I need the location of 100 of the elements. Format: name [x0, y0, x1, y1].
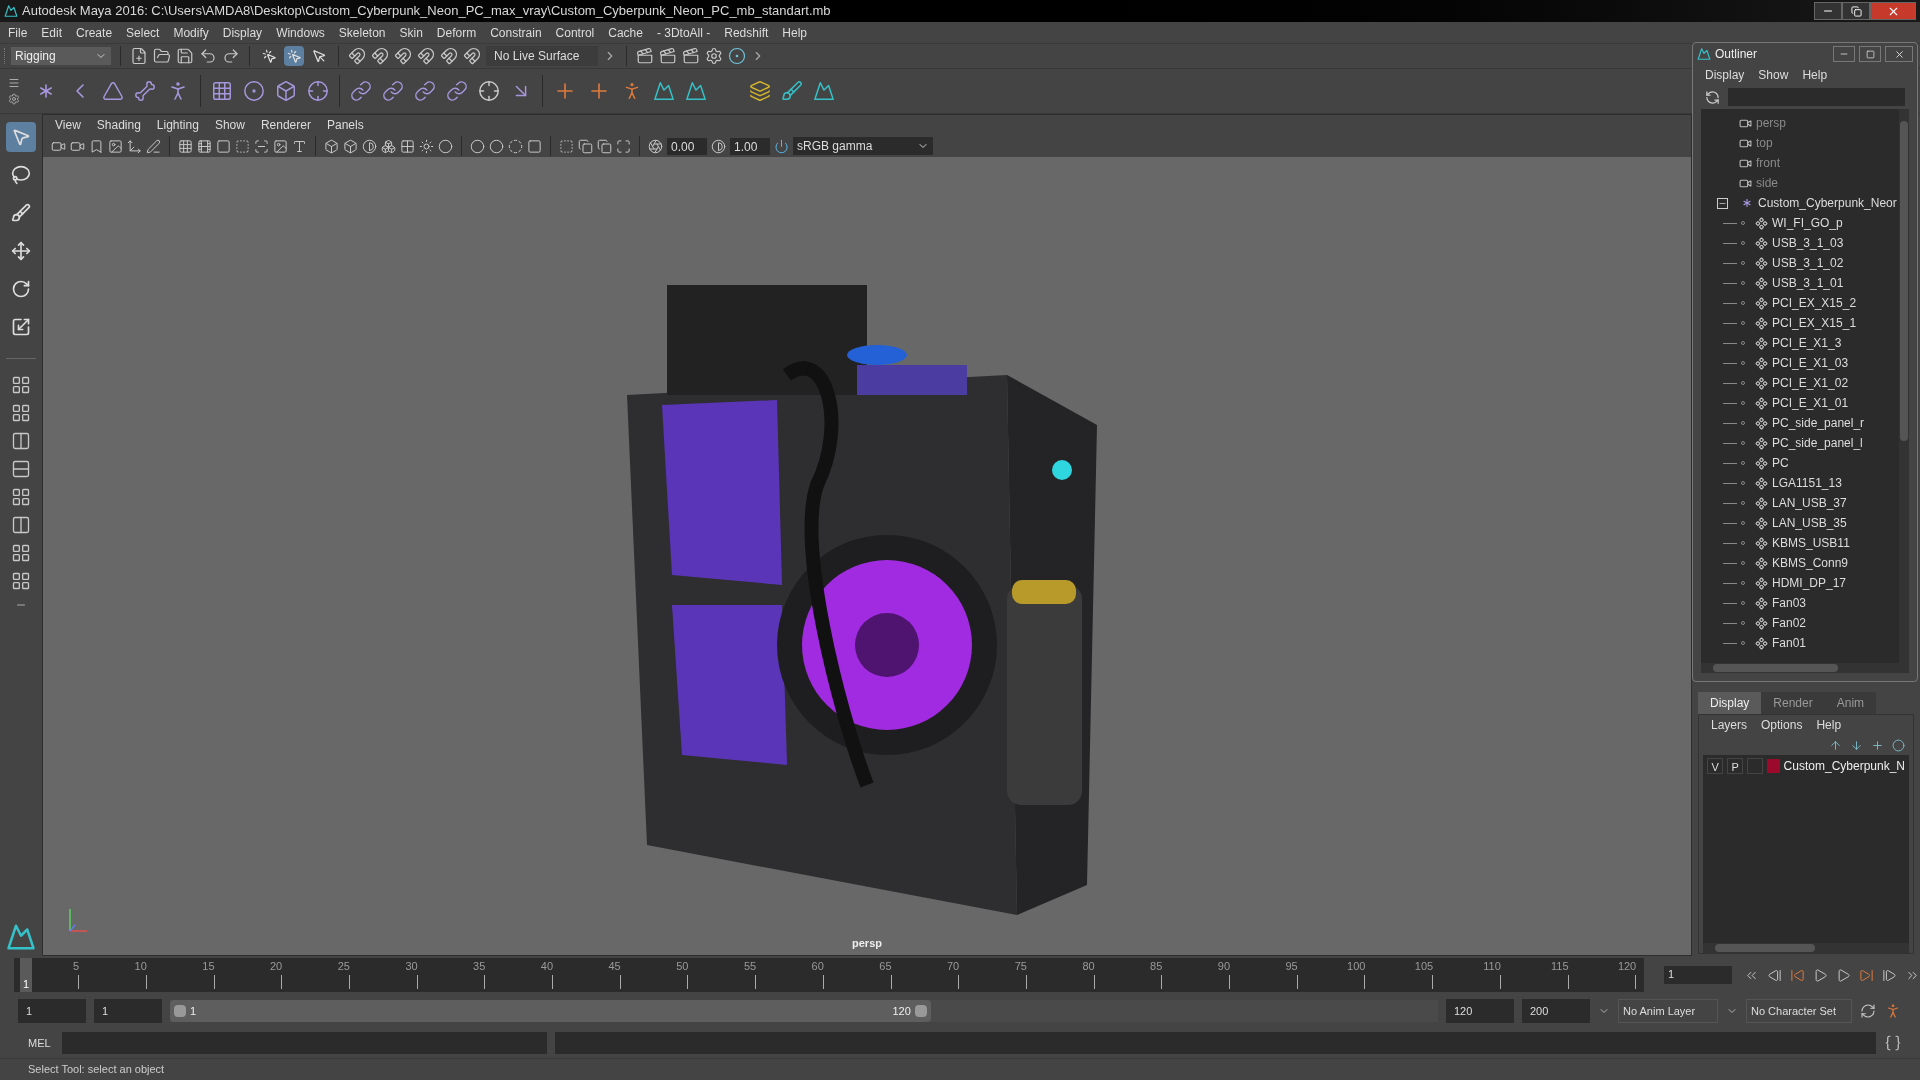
close-button[interactable] — [1870, 2, 1916, 20]
logo-icon[interactable] — [685, 80, 707, 102]
magnet-icon[interactable] — [394, 47, 412, 65]
outliner-item[interactable]: PC_side_panel_r — [1701, 413, 1899, 433]
playback-start-field[interactable]: 1 — [94, 999, 162, 1023]
outliner-item[interactable]: KBMS_Conn9 — [1701, 553, 1899, 573]
panel-menu-item[interactable]: Show — [214, 116, 245, 134]
outliner-item[interactable]: Fan02 — [1701, 613, 1899, 633]
outliner-item[interactable]: PC — [1701, 453, 1899, 473]
new-file-icon[interactable] — [130, 47, 148, 65]
character-set-dropdown[interactable]: No Character Set — [1746, 999, 1852, 1023]
minimize-button[interactable] — [1814, 2, 1842, 20]
circle-icon[interactable] — [438, 138, 453, 154]
outliner-item[interactable]: LGA1151_13 — [1701, 473, 1899, 493]
grid-icon[interactable] — [211, 80, 233, 102]
layout-icon[interactable] — [11, 403, 31, 423]
contrast-icon[interactable] — [711, 138, 726, 154]
outliner-item[interactable]: PCI_EX_X15_1 — [1701, 313, 1899, 333]
outliner-item[interactable]: HDMI_DP_17 — [1701, 573, 1899, 593]
circle-dot-icon[interactable] — [728, 47, 746, 65]
menu-item[interactable]: File — [8, 23, 28, 42]
menu-item[interactable]: Help — [1816, 716, 1842, 734]
magnet-icon[interactable] — [440, 47, 458, 65]
playback-toggle[interactable]: P — [1727, 758, 1744, 774]
maximize-icon[interactable] — [616, 138, 631, 154]
outliner-item[interactable]: LAN_USB_35 — [1701, 513, 1899, 533]
selection-mode-button[interactable] — [284, 46, 304, 66]
magnet-icon[interactable] — [371, 47, 389, 65]
circle-icon[interactable] — [1892, 738, 1905, 752]
panel-menu-item[interactable]: Renderer — [260, 116, 311, 134]
outliner-item[interactable]: top — [1701, 133, 1899, 153]
outliner-item[interactable]: Fan01 — [1701, 633, 1899, 653]
square-icon[interactable] — [216, 138, 231, 154]
outliner-item[interactable]: PCI_E_X1_01 — [1701, 393, 1899, 413]
restore-button[interactable] — [1842, 2, 1870, 20]
link-icon[interactable] — [382, 80, 404, 102]
menu-item[interactable]: Redshift — [724, 23, 769, 42]
scrollbar[interactable] — [1701, 663, 1909, 673]
link-icon[interactable] — [414, 80, 436, 102]
link-icon[interactable] — [350, 80, 372, 102]
refresh-icon[interactable] — [1860, 1003, 1876, 1019]
step-back-icon[interactable] — [1767, 967, 1782, 983]
outliner-item[interactable]: WI_FI_GO_p — [1701, 213, 1899, 233]
maximize-button[interactable] — [1859, 46, 1881, 62]
link-icon[interactable] — [446, 80, 468, 102]
layout-icon[interactable] — [11, 459, 31, 479]
triangle-icon[interactable] — [102, 80, 124, 102]
refresh-icon[interactable] — [1705, 89, 1720, 105]
redo-icon[interactable] — [222, 47, 240, 65]
aperture-icon[interactable] — [648, 138, 663, 154]
color-space-dropdown[interactable]: sRGB gamma — [793, 137, 933, 155]
scan-icon[interactable] — [254, 138, 269, 154]
gamma-field[interactable]: 1.00 — [730, 137, 770, 155]
start-frame-field[interactable]: 1 — [18, 999, 86, 1023]
scrollbar[interactable] — [1899, 109, 1909, 663]
step-forward-icon[interactable] — [1882, 967, 1897, 983]
play-icon[interactable] — [1836, 967, 1851, 983]
clapperboard-icon[interactable] — [659, 47, 677, 65]
text-icon[interactable] — [292, 138, 307, 154]
film-icon[interactable] — [197, 138, 212, 154]
sun-icon[interactable] — [419, 138, 434, 154]
menu-item[interactable]: Select — [126, 23, 160, 42]
layer-color-swatch[interactable] — [1767, 759, 1780, 773]
close-button[interactable] — [1885, 46, 1913, 62]
grid-icon[interactable] — [178, 138, 193, 154]
menu-icon[interactable] — [8, 77, 20, 89]
layers-icon[interactable] — [749, 80, 771, 102]
end-frame-field[interactable]: 200 — [1522, 999, 1590, 1023]
previous-key-icon[interactable] — [1790, 967, 1805, 983]
playback-end-field[interactable]: 120 — [1446, 999, 1514, 1023]
outliner-item[interactable]: Fan03 — [1701, 593, 1899, 613]
outliner-item[interactable]: PCI_EX_X15_2 — [1701, 293, 1899, 313]
tool-button[interactable] — [6, 122, 36, 152]
menu-item[interactable]: Skin — [399, 23, 423, 42]
live-surface-field[interactable]: No Live Surface — [486, 46, 598, 66]
logo-icon[interactable] — [813, 80, 835, 102]
image-icon[interactable] — [273, 138, 288, 154]
menu-item[interactable]: Show — [1758, 66, 1789, 84]
minimize-button[interactable] — [1833, 46, 1855, 62]
menu-item[interactable]: Windows — [276, 23, 325, 42]
clapperboard-icon[interactable] — [636, 47, 654, 65]
outliner-item[interactable]: PCI_E_X1_03 — [1701, 353, 1899, 373]
panel-menu-item[interactable]: Panels — [326, 116, 364, 134]
tab[interactable]: Display — [1698, 692, 1762, 714]
copy-icon[interactable] — [597, 138, 612, 154]
circle-icon[interactable] — [243, 80, 265, 102]
open-folder-icon[interactable] — [153, 47, 171, 65]
dashed-circle-icon[interactable] — [508, 138, 523, 154]
outliner-item[interactable]: Custom_Cyberpunk_Neor — [1701, 193, 1899, 213]
square-icon[interactable] — [527, 138, 542, 154]
layer-name[interactable]: Custom_Cyberpunk_N — [1783, 757, 1905, 775]
magnet-icon[interactable] — [463, 47, 481, 65]
empty-toggle[interactable] — [1747, 758, 1764, 774]
outliner-item[interactable]: side — [1701, 173, 1899, 193]
range-track[interactable]: 1 120 — [170, 1000, 1438, 1022]
search-field[interactable] — [1728, 88, 1905, 106]
menu-item[interactable]: Control — [555, 23, 595, 42]
copy-icon[interactable] — [578, 138, 593, 154]
clapperboard-icon[interactable] — [682, 47, 700, 65]
panel-menu-item[interactable]: View — [55, 116, 81, 134]
